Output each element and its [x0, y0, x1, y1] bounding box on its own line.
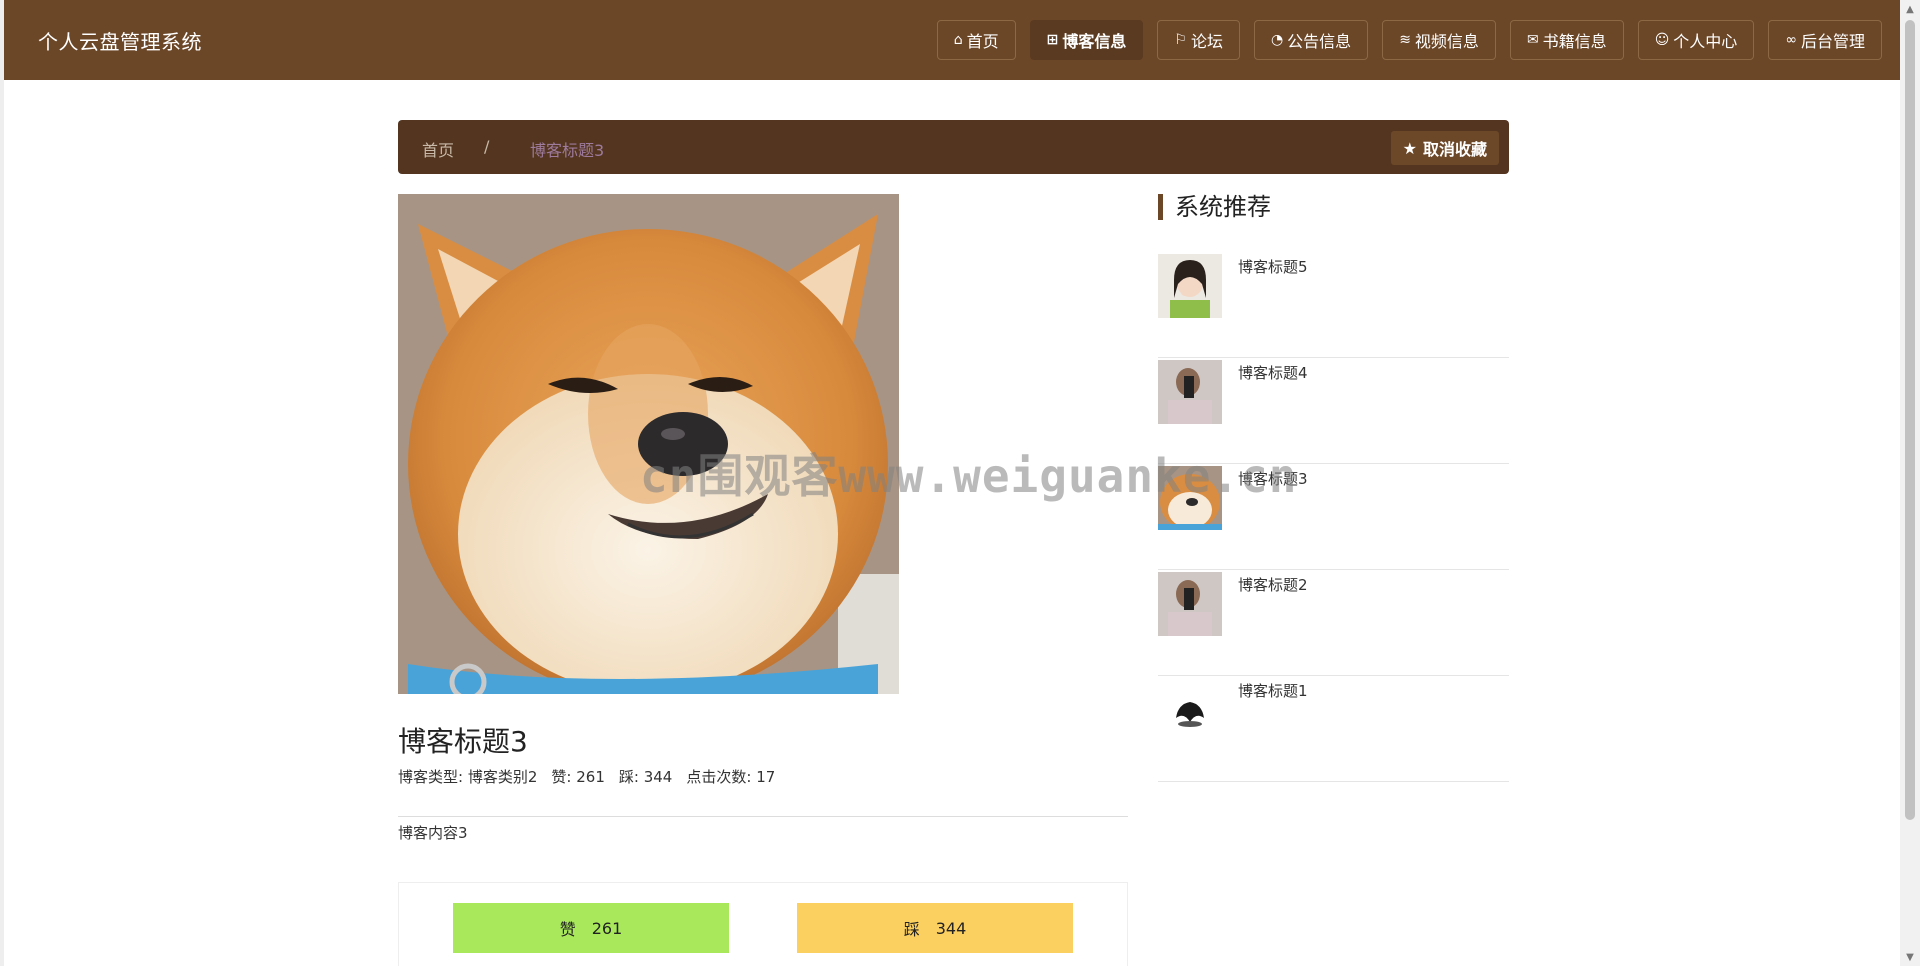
breadcrumb: 首页 / 博客标题3 ★ 取消收藏 [398, 120, 1509, 174]
list-item-title: 博客标题1 [1238, 682, 1308, 700]
content-divider [398, 816, 1128, 817]
meta-type-label: 博客类型: [398, 768, 464, 786]
meta-dislike-label: 踩: [618, 768, 639, 786]
meta-dislike: 踩: 344 [619, 766, 672, 787]
breadcrumb-current: 博客标题3 [530, 141, 605, 160]
breadcrumb-home-link[interactable]: 首页 [422, 137, 454, 161]
nav-label: 公告信息 [1287, 32, 1352, 51]
dislike-label: 踩 [903, 920, 920, 939]
thumbnail-image [1158, 572, 1222, 636]
list-item-title: 博客标题2 [1238, 576, 1308, 594]
nav-forum[interactable]: ⚐ 论坛 [1157, 20, 1240, 60]
nav-label: 视频信息 [1414, 32, 1479, 51]
nav-label: 书籍信息 [1542, 32, 1607, 51]
scroll-up-icon[interactable]: ▲ [1900, 0, 1920, 18]
thumbnail-selfie [1158, 360, 1222, 424]
nav-admin[interactable]: ∞ 后台管理 [1768, 20, 1882, 60]
post-content: 博客内容3 [398, 824, 468, 842]
list-item-title: 博客标题4 [1238, 364, 1308, 382]
thumbnail-girl [1158, 254, 1222, 318]
nav-blog[interactable]: ⊞ 博客信息 [1029, 20, 1144, 60]
nav-label: 论坛 [1190, 32, 1223, 51]
nav-label: 个人中心 [1673, 32, 1738, 51]
post-meta: 博客类型: 博客类别2 赞: 261 踩: 344 点击次数: 17 [398, 766, 775, 787]
meta-views-label: 点击次数: [686, 768, 752, 786]
nav-home[interactable]: ⌂ 首页 [936, 20, 1016, 60]
nav-books[interactable]: ✉ 书籍信息 [1509, 20, 1624, 60]
thumbnail-image [1158, 254, 1222, 318]
like-count: 261 [591, 918, 623, 938]
gift-icon: ⊞ [1046, 32, 1059, 48]
unfavorite-button[interactable]: ★ 取消收藏 [1390, 131, 1499, 165]
nav-label: 后台管理 [1800, 32, 1865, 51]
meta-type: 博客类型: 博客类别2 [398, 766, 537, 787]
meta-dislike-value: 344 [643, 768, 673, 786]
nav-profile[interactable]: ☺ 个人中心 [1637, 20, 1755, 60]
breadcrumb-separator: / [484, 137, 490, 156]
list-item[interactable]: 博客标题2 [1158, 570, 1509, 676]
recommend-list: 博客标题5 博客标题4 博客标题3 博客标题2 博客标题1 [1158, 252, 1509, 782]
nav-label: 首页 [966, 32, 999, 51]
thumbnail-logo [1158, 678, 1222, 742]
palette-icon: ◔ [1270, 32, 1284, 48]
link-icon: ∞ [1785, 32, 1797, 48]
nav-video[interactable]: ≋ 视频信息 [1382, 20, 1496, 60]
home-icon: ⌂ [953, 32, 963, 48]
flag-icon: ⚐ [1174, 32, 1187, 48]
dislike-button[interactable]: 踩 344 [797, 903, 1073, 953]
user-icon: ☺ [1654, 32, 1670, 48]
thumbnail-selfie [1158, 572, 1222, 636]
top-navbar: 个人云盘管理系统 ⌂ 首页 ⊞ 博客信息 ⚐ 论坛 ◔ 公告信息 ≋ 视频信息 … [4, 0, 1900, 80]
list-item[interactable]: 博客标题1 [1158, 676, 1509, 782]
mail-icon: ✉ [1526, 32, 1539, 48]
scrollbar-thumb[interactable] [1905, 20, 1915, 820]
meta-views: 点击次数: 17 [686, 766, 775, 787]
meta-like: 赞: 261 [551, 766, 604, 787]
list-item[interactable]: 博客标题5 [1158, 252, 1509, 358]
main-nav: ⌂ 首页 ⊞ 博客信息 ⚐ 论坛 ◔ 公告信息 ≋ 视频信息 ✉ 书籍信息 ☺ … [936, 20, 1882, 60]
layers-icon: ≋ [1399, 32, 1411, 48]
meta-like-label: 赞: [551, 768, 572, 786]
star-icon: ★ [1402, 138, 1417, 158]
unfavorite-label: 取消收藏 [1422, 140, 1487, 159]
nav-notice[interactable]: ◔ 公告信息 [1253, 20, 1369, 60]
list-item-title: 博客标题5 [1238, 258, 1308, 276]
thumbnail-image [1158, 678, 1222, 742]
like-label: 赞 [559, 920, 576, 939]
meta-like-value: 261 [576, 768, 605, 786]
app-title: 个人云盘管理系统 [38, 30, 202, 54]
page-scrollbar[interactable]: ▲ ▼ [1900, 0, 1920, 966]
thumbnail-image [1158, 360, 1222, 424]
vote-panel: 赞 261 踩 344 [398, 882, 1128, 966]
watermark: cn围观客www.weiguanke.cn [640, 449, 1298, 503]
sidebar-title: 系统推荐 [1158, 194, 1271, 220]
post-title: 博客标题3 [398, 725, 528, 758]
meta-type-value: 博客类别2 [467, 768, 538, 786]
scroll-down-icon[interactable]: ▼ [1900, 948, 1920, 966]
nav-label: 博客信息 [1062, 32, 1127, 51]
like-button[interactable]: 赞 261 [453, 903, 729, 953]
meta-views-value: 17 [756, 768, 776, 786]
dislike-count: 344 [935, 918, 967, 938]
